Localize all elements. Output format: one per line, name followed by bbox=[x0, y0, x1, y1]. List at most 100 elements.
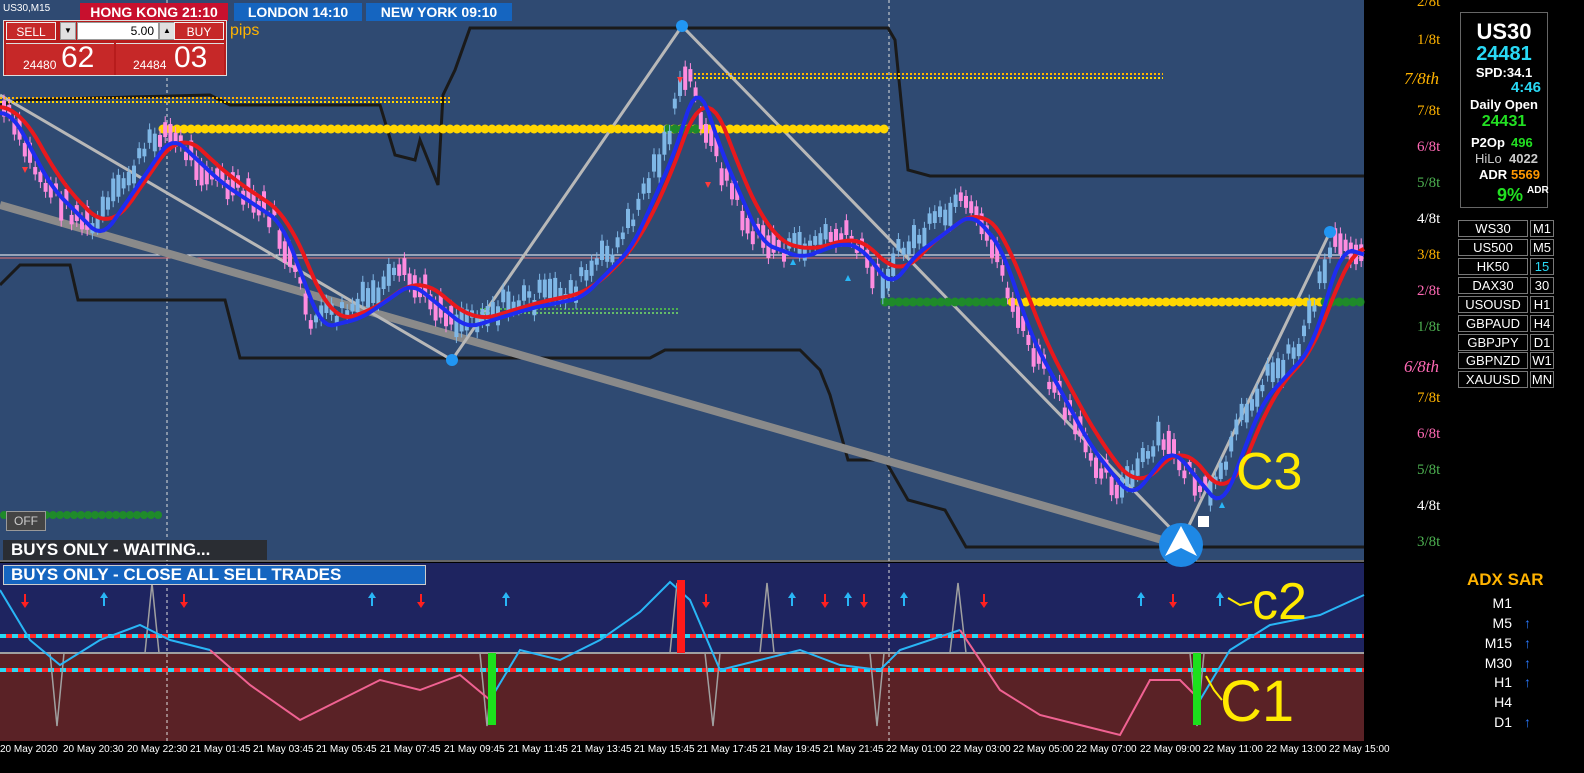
swing-point-dot bbox=[1324, 226, 1336, 238]
lot-decrease-button[interactable]: ▼ bbox=[60, 22, 76, 40]
candle bbox=[38, 171, 43, 183]
candle bbox=[1109, 476, 1114, 496]
dot bbox=[147, 511, 155, 519]
ask-price-pips: 03 bbox=[174, 41, 208, 74]
candle bbox=[1250, 399, 1254, 411]
time-axis-label: 21 May 09:45 bbox=[444, 744, 505, 755]
level-label: 1/8t bbox=[1417, 319, 1441, 335]
candle bbox=[1151, 446, 1156, 457]
candle bbox=[646, 178, 651, 193]
candle bbox=[126, 172, 131, 186]
level-label: 4/8t bbox=[1417, 498, 1441, 514]
symbol-button[interactable]: XAUUSD bbox=[1458, 371, 1528, 388]
timeframe-button[interactable]: W1 bbox=[1530, 352, 1554, 369]
level-label: 3/8t bbox=[1417, 247, 1441, 263]
symbol-button[interactable]: GBPJPY bbox=[1458, 334, 1528, 351]
info-adr-percent: 9% bbox=[1497, 185, 1524, 205]
symbol-button[interactable]: US500 bbox=[1458, 239, 1528, 256]
symbol-button[interactable]: GBPNZD bbox=[1458, 352, 1528, 369]
dot bbox=[133, 511, 141, 519]
candle bbox=[1182, 470, 1187, 479]
off-toggle-button[interactable]: OFF bbox=[6, 511, 46, 531]
bid-price-box[interactable]: 24480 62 bbox=[6, 41, 114, 75]
candle bbox=[922, 227, 927, 247]
candle bbox=[106, 197, 110, 210]
candle bbox=[943, 209, 948, 226]
candle bbox=[917, 234, 922, 244]
timeframe-button[interactable]: MN bbox=[1530, 371, 1554, 388]
adx-tf-label: M30 bbox=[1484, 655, 1512, 671]
candle bbox=[152, 133, 157, 152]
dot bbox=[70, 511, 78, 519]
time-axis-label: 20 May 22:30 bbox=[127, 744, 188, 755]
timeframe-button[interactable]: M5 bbox=[1530, 239, 1554, 256]
time-axis-label: 20 May 20:30 bbox=[63, 744, 124, 755]
timeframe-button[interactable]: M1 bbox=[1530, 220, 1554, 237]
level-label: 6/8t bbox=[1417, 426, 1441, 442]
ask-price-box[interactable]: 24484 03 bbox=[116, 41, 224, 75]
sell-button[interactable]: SELL bbox=[6, 22, 56, 40]
symbol-button[interactable]: HK50 bbox=[1458, 258, 1528, 275]
swing-point-dot bbox=[676, 20, 688, 32]
candle bbox=[1224, 461, 1228, 470]
candle bbox=[938, 206, 942, 218]
timeframe-button[interactable]: 30 bbox=[1530, 277, 1554, 294]
session-london: LONDON 14:10 bbox=[234, 3, 362, 21]
info-daily-open-label: Daily Open bbox=[1470, 97, 1538, 112]
candle bbox=[828, 232, 833, 242]
candle bbox=[719, 168, 724, 186]
symbol-button[interactable]: WS30 bbox=[1458, 220, 1528, 237]
time-axis-label: 22 May 15:00 bbox=[1329, 744, 1390, 755]
buy-button[interactable]: BUY bbox=[174, 22, 224, 40]
candle bbox=[600, 240, 604, 261]
timeframe-button[interactable]: D1 bbox=[1530, 334, 1554, 351]
lot-increase-button[interactable]: ▲ bbox=[159, 22, 175, 40]
candle bbox=[1307, 300, 1312, 324]
time-axis-label: 21 May 05:45 bbox=[316, 744, 377, 755]
candle bbox=[870, 266, 875, 289]
trading-terminal: US30,M15 HONG KONG 21:10 LONDON 14:10 NE… bbox=[0, 0, 1584, 773]
candle bbox=[823, 224, 828, 240]
time-axis-label: 21 May 19:45 bbox=[760, 744, 821, 755]
symbol-timeframe-label: US30,M15 bbox=[3, 3, 51, 14]
candle bbox=[132, 165, 136, 184]
histogram-bar-bear bbox=[677, 580, 685, 653]
symbol-button[interactable]: DAX30 bbox=[1458, 277, 1528, 294]
info-adr-label: ADR bbox=[1479, 167, 1508, 182]
time-axis-label: 21 May 13:45 bbox=[571, 744, 632, 755]
symbol-button[interactable]: USOUSD bbox=[1458, 296, 1528, 313]
candle bbox=[683, 66, 688, 90]
candle bbox=[527, 291, 532, 298]
candle bbox=[1099, 468, 1104, 479]
candle bbox=[813, 236, 818, 245]
candle bbox=[1328, 247, 1332, 258]
candle bbox=[568, 280, 573, 294]
time-axis-label: 22 May 13:00 bbox=[1266, 744, 1327, 755]
time-axis-label: 21 May 07:45 bbox=[380, 744, 441, 755]
price-chart[interactable] bbox=[0, 0, 1584, 773]
level-label: 2/8t bbox=[1417, 0, 1441, 10]
candle bbox=[1296, 343, 1301, 357]
time-axis-label: 20 May 2020 bbox=[0, 744, 58, 755]
dot bbox=[119, 511, 127, 519]
candle bbox=[444, 312, 448, 327]
candle bbox=[704, 124, 708, 143]
timeframe-button[interactable]: H4 bbox=[1530, 315, 1554, 332]
info-hilo-value: 4022 bbox=[1509, 151, 1538, 166]
info-spread: SPD:34.1 bbox=[1475, 65, 1533, 80]
candle bbox=[1161, 439, 1166, 450]
one-click-trade-panel: SELL ▼ 5.00 ▲ BUY 24480 62 24484 03 bbox=[3, 20, 227, 76]
candle bbox=[1234, 419, 1239, 435]
timeframe-button[interactable]: H1 bbox=[1530, 296, 1554, 313]
adx-tf-label: M1 bbox=[1492, 595, 1512, 611]
up-arrow-icon: ↑ bbox=[1524, 615, 1531, 631]
candle bbox=[1260, 384, 1265, 392]
symbol-button[interactable]: GBPAUD bbox=[1458, 315, 1528, 332]
lot-size-input[interactable]: 5.00 bbox=[77, 22, 159, 40]
candle bbox=[142, 148, 147, 157]
status-message-close-sells: BUYS ONLY - CLOSE ALL SELL TRADES bbox=[3, 565, 426, 585]
info-symbol: US30 bbox=[1476, 19, 1532, 44]
timeframe-button-active[interactable]: 15 bbox=[1530, 258, 1554, 275]
ask-price-prefix: 24484 bbox=[133, 58, 167, 72]
candle bbox=[589, 260, 594, 276]
